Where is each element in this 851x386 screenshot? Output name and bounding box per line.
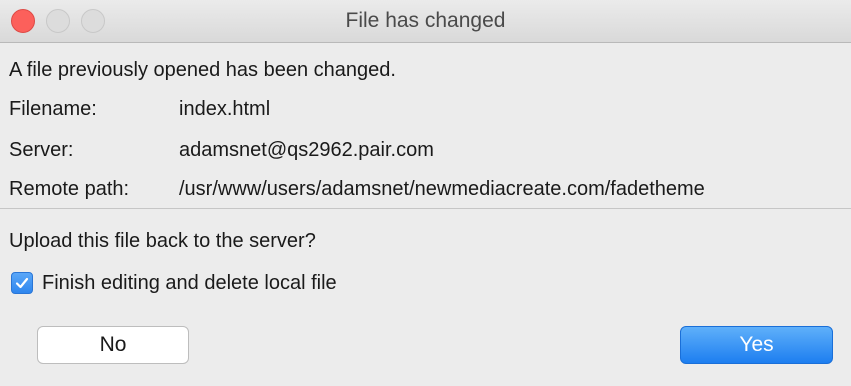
remote-path-label: Remote path: (9, 178, 130, 200)
server-label: Server: (9, 139, 74, 161)
file-changed-dialog: File has changed A file previously opene… (0, 0, 851, 386)
server-value: adamsnet@qs2962.pair.com (179, 139, 434, 161)
remote-path-value: /usr/www/users/adamsnet/newmediacreate.c… (179, 178, 705, 200)
title-bar: File has changed (0, 0, 851, 43)
checkmark-icon (15, 277, 29, 289)
finish-editing-label[interactable]: Finish editing and delete local file (42, 270, 337, 296)
window-title: File has changed (345, 9, 506, 32)
finish-editing-checkbox[interactable] (11, 272, 33, 294)
filename-label: Filename: (9, 98, 97, 120)
yes-button[interactable]: Yes (680, 326, 833, 364)
message-text: A file previously opened has been change… (9, 59, 396, 81)
upload-question: Upload this file back to the server? (9, 230, 316, 252)
filename-value: index.html (179, 98, 271, 120)
no-button[interactable]: No (37, 326, 189, 364)
divider (0, 208, 851, 209)
